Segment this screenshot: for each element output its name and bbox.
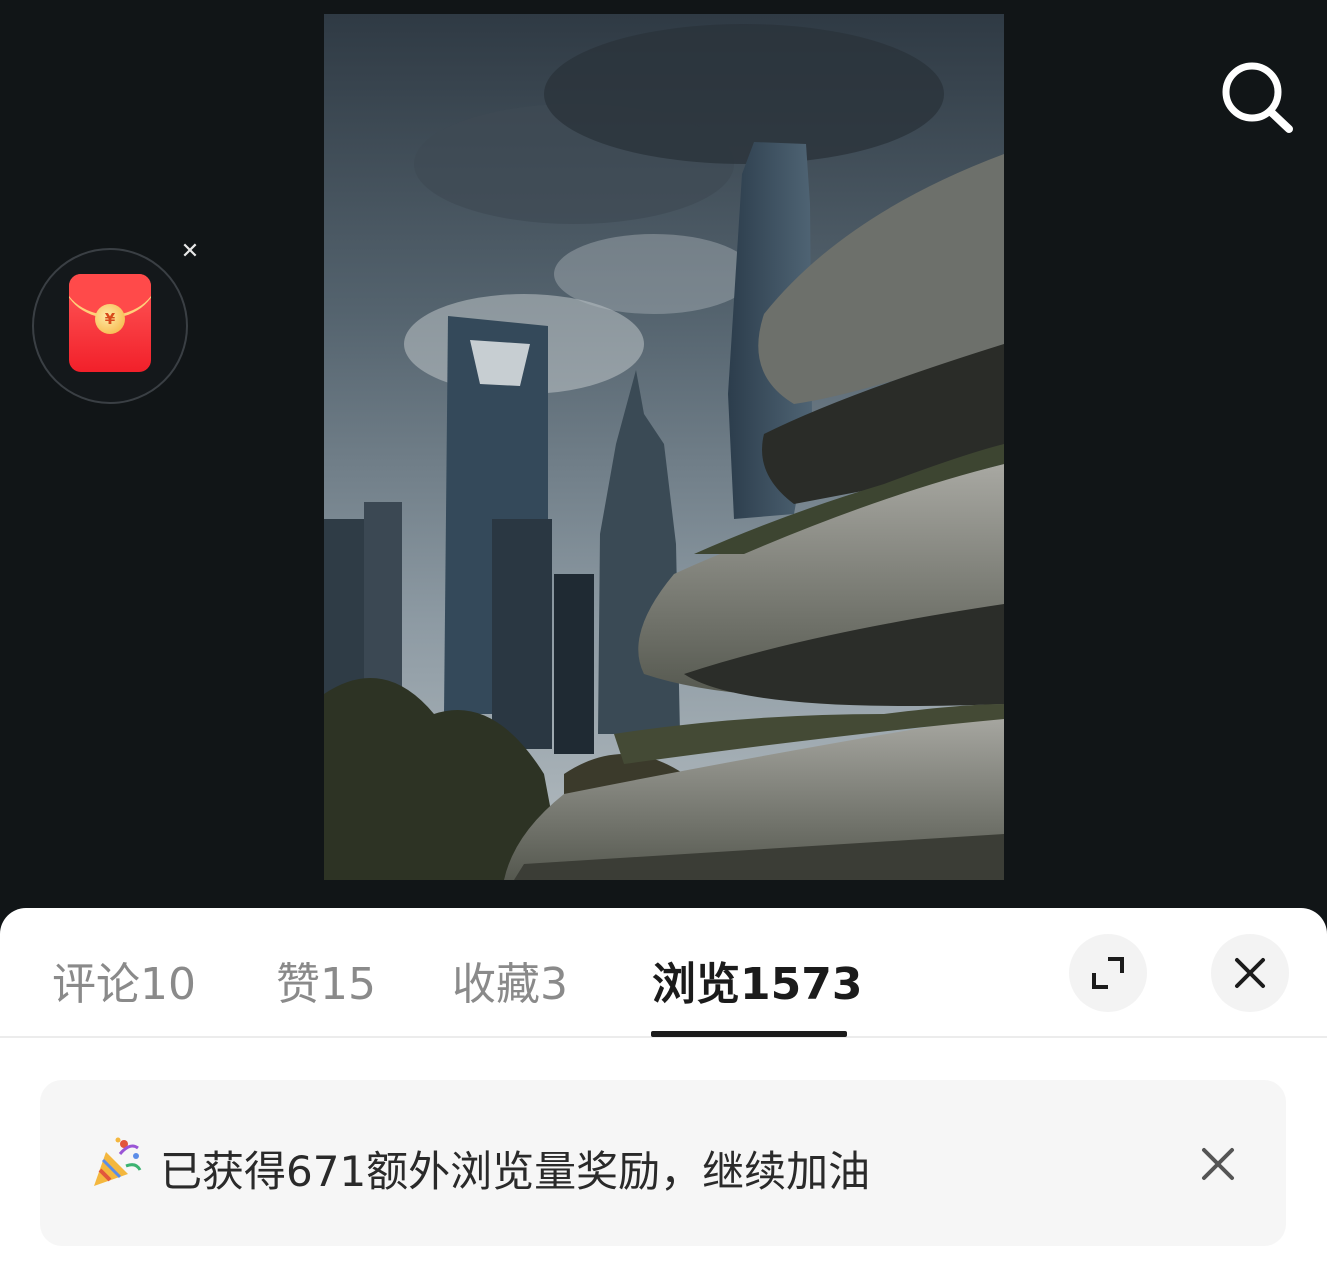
red-packet-widget[interactable]: ¥ ✕ <box>32 240 199 404</box>
party-popper-icon <box>94 1137 142 1186</box>
tab-favorites-label: 收藏 <box>452 959 540 1010</box>
tab-comments-count: 10 <box>140 959 196 1010</box>
tab-comments[interactable]: 评论10 <box>52 948 196 1010</box>
image-viewer: ¥ ✕ <box>0 0 1327 930</box>
tab-views[interactable]: 浏览1573 <box>652 948 863 1010</box>
tab-comments-label: 评论 <box>52 959 140 1010</box>
expand-button[interactable] <box>1069 934 1147 1012</box>
coin-icon: ¥ <box>95 304 125 334</box>
close-icon <box>1235 958 1265 988</box>
tab-views-count: 1573 <box>740 959 863 1010</box>
red-envelope-icon: ¥ <box>69 274 151 372</box>
active-tab-indicator <box>651 1031 847 1037</box>
tab-favorites-count: 3 <box>540 959 568 1010</box>
expand-icon <box>1092 957 1124 989</box>
app-root: ¥ ✕ 评论10 赞15 收藏3 浏览1573 已获得671额外浏览量奖励，继续… <box>0 0 1327 1279</box>
tab-likes-count: 15 <box>320 959 376 1010</box>
search-icon <box>1222 62 1293 133</box>
close-sheet-button[interactable] <box>1211 934 1289 1012</box>
reward-notice-text: 已获得671额外浏览量奖励，继续加油 <box>160 1147 871 1196</box>
close-notice-button[interactable] <box>1196 1142 1240 1186</box>
bottom-sheet: 评论10 赞15 收藏3 浏览1573 已获得671额外浏览量奖励，继续加油 <box>0 908 1327 1279</box>
red-packet-close-button[interactable]: ✕ <box>178 240 202 264</box>
reward-notice-banner: 已获得671额外浏览量奖励，继续加油 <box>40 1080 1286 1246</box>
tab-favorites[interactable]: 收藏3 <box>452 948 568 1010</box>
tab-likes-label: 赞 <box>276 959 320 1010</box>
tab-likes[interactable]: 赞15 <box>276 948 376 1010</box>
search-button[interactable] <box>1214 56 1300 142</box>
tab-bar: 评论10 赞15 收藏3 浏览1573 <box>0 908 1327 1038</box>
tab-views-label: 浏览 <box>652 959 740 1010</box>
city-skyline-photo[interactable] <box>324 14 1004 880</box>
